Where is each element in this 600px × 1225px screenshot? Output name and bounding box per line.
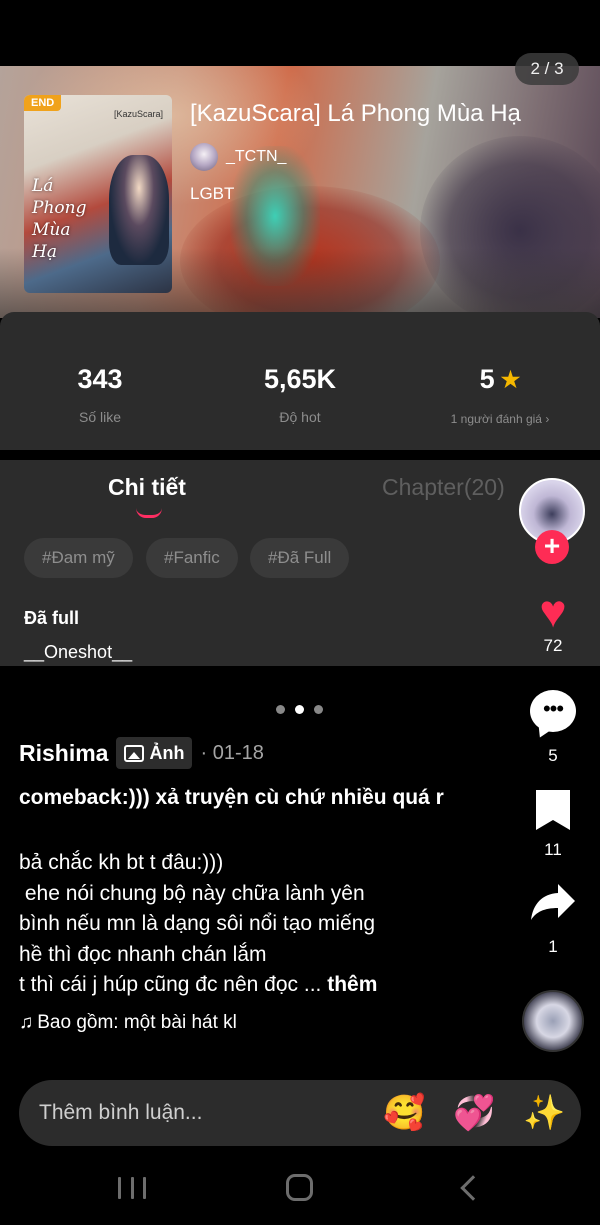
likes-label: Số like [78, 409, 122, 425]
post-body: bả chắc kh bt t đâu:))) ehe nói chung bộ… [19, 848, 519, 1001]
emoji-sparkles[interactable]: ✨ [523, 1092, 565, 1134]
stat-likes: 343 Số like [0, 364, 200, 425]
hot-label: Độ hot [279, 409, 321, 425]
genre-label: LGBT [190, 184, 235, 203]
carousel-dot [276, 705, 285, 714]
description-line-2: __Oneshot__ [24, 642, 133, 662]
tab-details[interactable]: Chi tiết [108, 474, 186, 501]
stat-hot: 5,65K Độ hot [200, 364, 400, 425]
bookmark-count: 11 [544, 840, 562, 859]
emoji-revolving-hearts[interactable]: 💞 [453, 1092, 495, 1134]
tab-active-indicator [136, 508, 162, 518]
tag-fanfic[interactable]: #Fanfic [146, 538, 238, 578]
song-label: Bao gồm: một bài hát kl [37, 1012, 237, 1033]
bookmark-icon [536, 790, 570, 830]
music-disc[interactable] [522, 990, 584, 1052]
comment-icon [530, 690, 576, 732]
carousel-dot [314, 705, 323, 714]
status-bar [0, 0, 600, 66]
comment-bar: 🥰 💞 ✨ [19, 1080, 581, 1146]
story-cover[interactable]: END [KazuScara] Lá Phong Mùa Hạ [24, 95, 172, 293]
share-icon [531, 884, 575, 920]
like-button[interactable]: ♥ 72 [516, 588, 590, 656]
stat-rating[interactable]: 5 ★ 1 người đánh giá › [400, 364, 600, 426]
tag-da-full[interactable]: #Đã Full [250, 538, 350, 578]
end-badge: END [24, 95, 62, 111]
follow-button[interactable]: + [535, 530, 569, 564]
back-button[interactable] [460, 1175, 486, 1201]
poster-username[interactable]: Rishima [19, 740, 108, 767]
carousel-dots [276, 705, 323, 714]
post-header: Rishima Ảnh · 01-18 [19, 736, 264, 770]
cover-brand: [KazuScara] [114, 109, 164, 119]
author-avatar[interactable] [190, 143, 218, 171]
home-button[interactable] [286, 1174, 313, 1201]
comment-input[interactable] [39, 1080, 369, 1146]
emoji-smiling-hearts[interactable]: 🥰 [383, 1092, 425, 1134]
story-title: [KazuScara] Lá Phong Mùa Hạ [190, 100, 521, 127]
bookmark-button[interactable]: 11 [516, 790, 590, 860]
heart-icon: ♥ [539, 585, 567, 637]
share-button[interactable]: 1 [516, 882, 590, 957]
share-count: 1 [548, 937, 558, 956]
stats-panel: 343 Số like 5,65K Độ hot 5 ★ 1 người đán… [0, 312, 600, 450]
page-indicator: 2 / 3 [515, 53, 579, 85]
hot-count: 5,65K [263, 364, 337, 394]
likes-count: 343 [77, 364, 123, 394]
like-count: 72 [543, 636, 563, 655]
rating-value: 5 [479, 364, 495, 394]
post-body-text: bả chắc kh bt t đâu:))) ehe nói chung bộ… [19, 851, 376, 996]
description-line-1: Đã full [24, 608, 80, 628]
tab-chapters[interactable]: Chapter(20) [382, 474, 505, 501]
song-info[interactable]: ♫ Bao gồm: một bài hát kl [19, 1012, 237, 1034]
see-more-link[interactable]: thêm [327, 973, 377, 996]
media-type-badge: Ảnh [116, 737, 193, 769]
post-title: comeback:))) xả truyện cù chứ nhiều quá … [19, 786, 444, 809]
author-name[interactable]: _TCTN_ [226, 148, 286, 166]
media-type-label: Ảnh [149, 742, 185, 763]
tag-dam-my[interactable]: #Đam mỹ [24, 538, 133, 578]
star-icon: ★ [500, 366, 521, 392]
rating-label[interactable]: 1 người đánh giá › [400, 412, 600, 426]
chevron-right-icon: › [545, 412, 550, 426]
recent-apps-button[interactable] [118, 1177, 146, 1199]
image-icon [124, 744, 145, 762]
music-note-icon: ♫ [19, 1012, 34, 1033]
comment-count: 5 [548, 746, 558, 765]
cover-title: Lá Phong Mùa Hạ [32, 176, 87, 262]
post-date: · 01-18 [200, 741, 264, 764]
tabs-section: Chi tiết Chapter(20) #Đam mỹ #Fanfic #Đã… [0, 460, 600, 666]
author[interactable]: _TCTN_ [190, 143, 286, 171]
carousel-dot-active [295, 705, 304, 714]
system-nav-bar [0, 1155, 600, 1225]
comment-button[interactable]: 5 [516, 690, 590, 766]
cover-illustration [109, 155, 169, 265]
